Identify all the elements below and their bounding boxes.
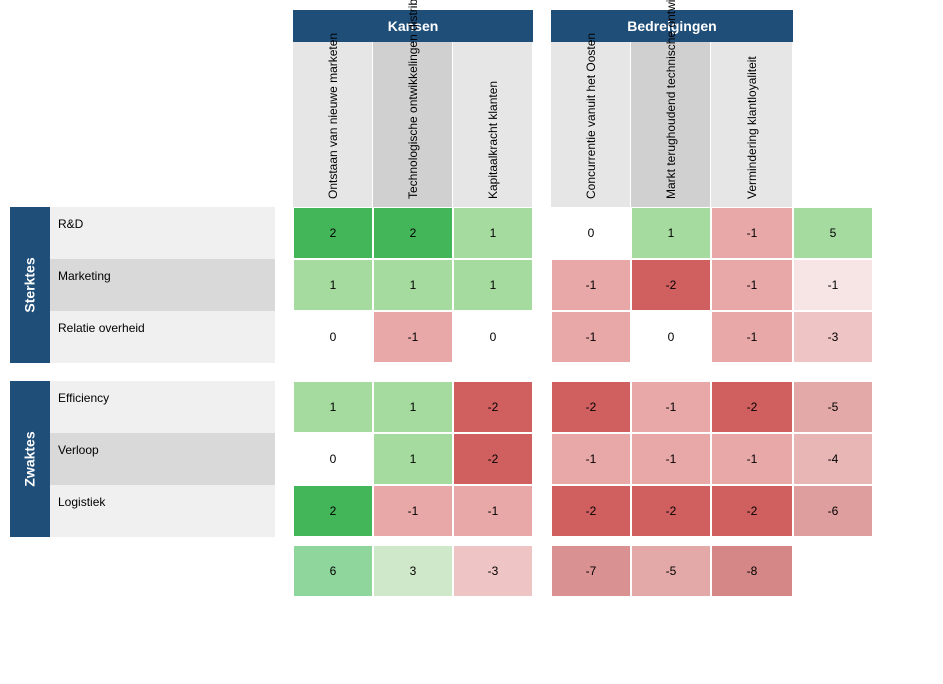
cell: 0 xyxy=(453,311,533,363)
cell: 2 xyxy=(293,485,373,537)
cell: 1 xyxy=(453,207,533,259)
gap xyxy=(275,433,293,485)
row-sum-cell: -3 xyxy=(793,311,873,363)
gap xyxy=(533,485,551,537)
cell: -2 xyxy=(711,381,793,433)
col-sum-cell: -8 xyxy=(711,545,793,597)
cell: 1 xyxy=(453,259,533,311)
cell: 0 xyxy=(293,433,373,485)
col-header: Ontstaan van nieuwe marketen xyxy=(293,42,373,207)
gap xyxy=(793,545,873,597)
cell: -2 xyxy=(453,433,533,485)
col-header: Concurrentie vanuit het Oosten xyxy=(551,42,631,207)
row-label: Relatie overheid xyxy=(50,311,275,363)
cell: -1 xyxy=(373,311,453,363)
row-sum-cell: -4 xyxy=(793,433,873,485)
col-sum-cell: 6 xyxy=(293,545,373,597)
gap-row xyxy=(10,363,873,381)
col-sum-cell: -3 xyxy=(453,545,533,597)
col-sum-cell: 3 xyxy=(373,545,453,597)
gap xyxy=(533,381,551,433)
cell: -1 xyxy=(711,311,793,363)
row-group-zwaktes: Zwaktes xyxy=(10,381,50,537)
row-sum-cell: -5 xyxy=(793,381,873,433)
gap xyxy=(533,207,551,259)
spacer xyxy=(10,42,293,207)
cell: 2 xyxy=(373,207,453,259)
row-label: Marketing xyxy=(50,259,275,311)
matrix-title xyxy=(10,10,293,42)
row-sum-cell: 5 xyxy=(793,207,873,259)
gap xyxy=(533,10,551,42)
row-label: R&D xyxy=(50,207,275,259)
cell: -1 xyxy=(711,207,793,259)
cell: -2 xyxy=(551,485,631,537)
cell: 1 xyxy=(631,207,711,259)
cell: -1 xyxy=(373,485,453,537)
cell: -1 xyxy=(711,433,793,485)
spacer xyxy=(10,545,293,597)
cell: -1 xyxy=(453,485,533,537)
col-sum-cell: -7 xyxy=(551,545,631,597)
cell: -1 xyxy=(551,433,631,485)
gap xyxy=(793,42,873,207)
cell: -2 xyxy=(631,259,711,311)
row-sum-cell: -1 xyxy=(793,259,873,311)
cell: -2 xyxy=(551,381,631,433)
gap-row xyxy=(10,537,873,545)
cell: 1 xyxy=(293,381,373,433)
col-header: Markt terughoudend technische ontwikkeli… xyxy=(631,42,711,207)
col-header: Vermindering klantloyaliteit xyxy=(711,42,793,207)
cell: -1 xyxy=(631,381,711,433)
gap xyxy=(793,10,873,42)
row-group-sterktes: Sterktes xyxy=(10,207,50,363)
gap xyxy=(275,381,293,433)
gap xyxy=(275,485,293,537)
gap xyxy=(533,311,551,363)
cell: 0 xyxy=(551,207,631,259)
gap xyxy=(275,311,293,363)
cell: 0 xyxy=(631,311,711,363)
col-sum-cell: -5 xyxy=(631,545,711,597)
col-header: Kapitaalkracht klanten xyxy=(453,42,533,207)
swot-matrix: Kansen Bedreigingen Ontstaan van nieuwe … xyxy=(10,10,933,597)
row-label: Verloop xyxy=(50,433,275,485)
cell: 1 xyxy=(293,259,373,311)
cell: -2 xyxy=(711,485,793,537)
cell: -1 xyxy=(711,259,793,311)
cell: -1 xyxy=(631,433,711,485)
cell: -1 xyxy=(551,311,631,363)
gap xyxy=(275,207,293,259)
row-label: Logistiek xyxy=(50,485,275,537)
row-label: Efficiency xyxy=(50,381,275,433)
cell: -1 xyxy=(551,259,631,311)
gap xyxy=(533,259,551,311)
gap xyxy=(533,433,551,485)
cell: 2 xyxy=(293,207,373,259)
gap xyxy=(275,259,293,311)
cell: 1 xyxy=(373,433,453,485)
cell: 0 xyxy=(293,311,373,363)
gap xyxy=(533,42,551,207)
col-header: Technologische ontwikkelingen distributi… xyxy=(373,42,453,207)
cell: -2 xyxy=(631,485,711,537)
cell: 1 xyxy=(373,381,453,433)
cell: -2 xyxy=(453,381,533,433)
row-sum-cell: -6 xyxy=(793,485,873,537)
cell: 1 xyxy=(373,259,453,311)
gap xyxy=(533,545,551,597)
